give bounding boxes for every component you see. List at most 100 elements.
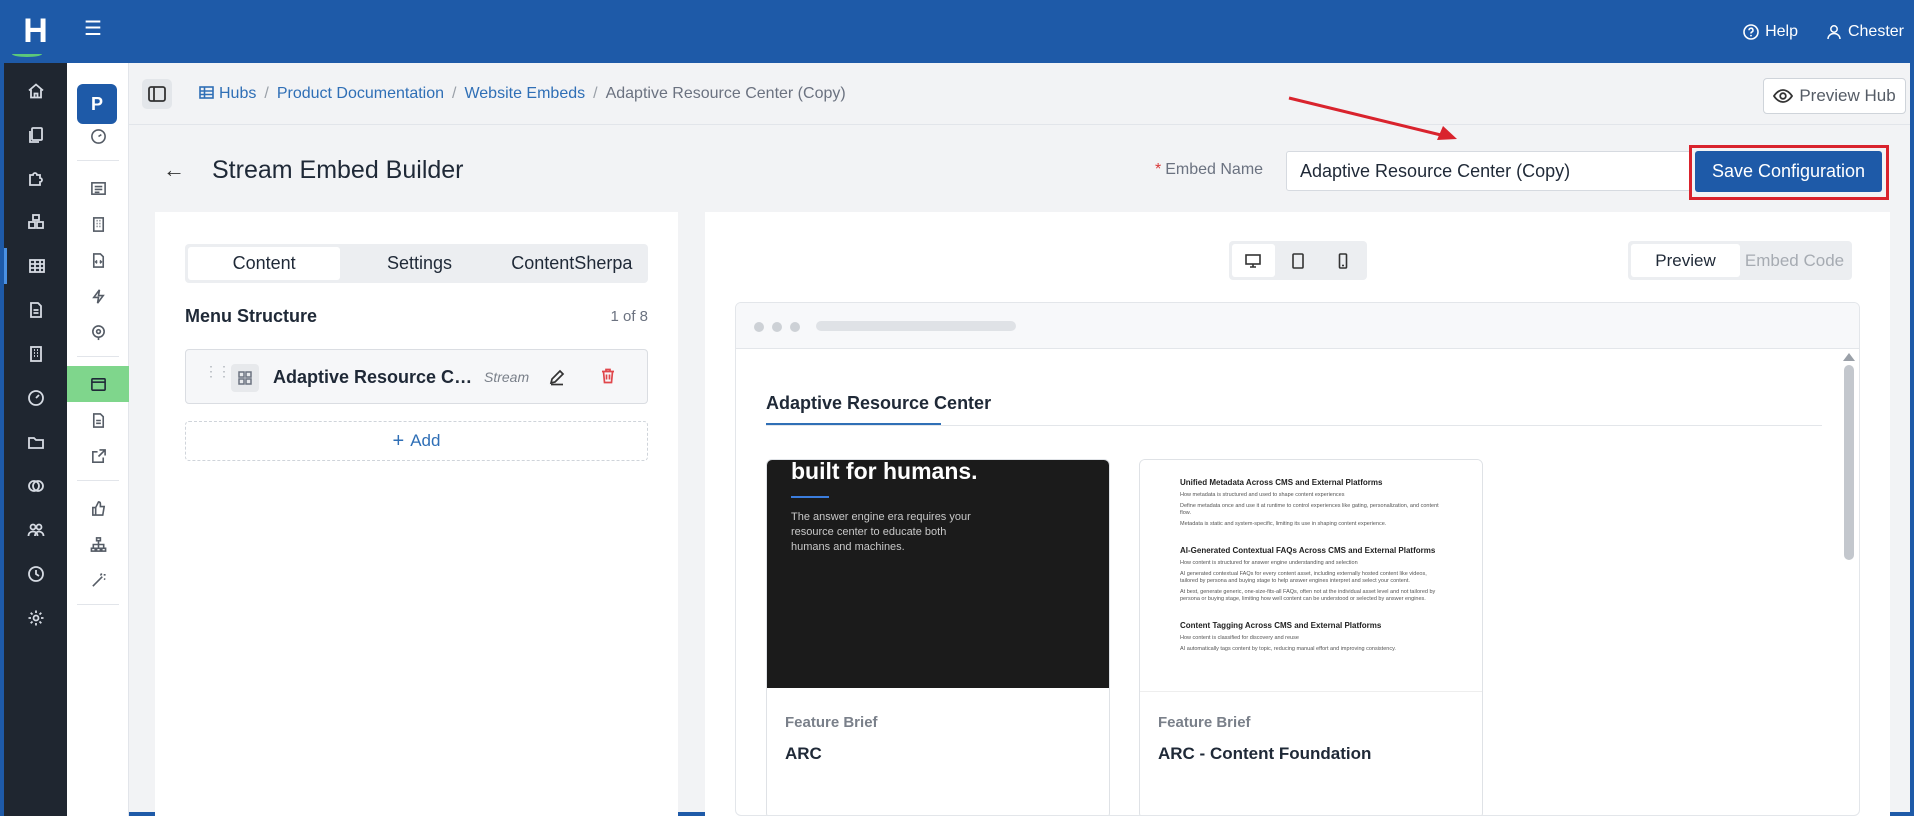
doc-line: How content is classified for discovery …	[1180, 635, 1299, 641]
nav2-building[interactable]	[67, 206, 129, 242]
resource-center-tab[interactable]: Adaptive Resource Center	[766, 393, 991, 414]
nav-integrations[interactable]	[4, 160, 67, 196]
resource-card[interactable]: Unified Metadata Across CMS and External…	[1139, 459, 1483, 815]
add-menu-item-button[interactable]: + Add	[185, 421, 648, 461]
divider	[77, 480, 119, 481]
nav-blocks[interactable]	[4, 204, 67, 240]
cubes-icon	[27, 214, 44, 229]
edit-icon[interactable]	[548, 368, 566, 386]
menu-item[interactable]: ⋮⋮ Adaptive Resource Center Stream	[185, 349, 648, 404]
nav2-list[interactable]	[67, 170, 129, 206]
tab-settings[interactable]: Settings	[343, 244, 495, 283]
top-right-menu: Help Chester	[1743, 0, 1904, 63]
stream-grid-icon	[231, 364, 259, 392]
plus-icon: +	[392, 429, 405, 452]
browser-chrome	[736, 303, 1859, 349]
file-icon	[29, 302, 42, 318]
desktop-view-button[interactable]	[1232, 244, 1275, 277]
list-icon	[90, 181, 106, 195]
nav2-sitemap[interactable]	[67, 526, 129, 562]
nav2-palette[interactable]	[67, 314, 129, 350]
scroll-up-arrow[interactable]	[1843, 353, 1855, 361]
nav2-magic[interactable]	[67, 562, 129, 598]
mobile-icon	[1338, 252, 1347, 269]
card-category: Feature Brief	[785, 714, 878, 731]
help-link[interactable]: Help	[1743, 23, 1798, 41]
breadcrumb: Hubs / Product Documentation / Website E…	[199, 63, 846, 125]
nav2-document[interactable]	[67, 402, 129, 438]
breadcrumb-hubs[interactable]: Hubs	[199, 85, 256, 103]
nav-analytics[interactable]	[4, 380, 67, 416]
url-bar	[816, 321, 1016, 331]
preview-browser-frame: Adaptive Resource Center built for human…	[735, 302, 1860, 816]
nav-insights[interactable]	[4, 556, 67, 592]
window-dot	[754, 322, 764, 332]
nav-pages[interactable]	[4, 292, 67, 328]
breadcrumb-product-documentation[interactable]: Product Documentation	[277, 85, 444, 103]
window-dot	[772, 322, 782, 332]
nav2-dashboard[interactable]	[67, 118, 129, 154]
nav2-code-file[interactable]	[67, 242, 129, 278]
doc-spacer	[1180, 532, 1442, 544]
tab-contentsherpa[interactable]: ContentSherpa	[496, 244, 648, 283]
browser-window-icon	[90, 377, 106, 391]
divider	[77, 160, 119, 161]
desktop-icon	[1245, 253, 1262, 268]
drag-handle-icon[interactable]: ⋮⋮	[204, 364, 231, 378]
logo-swoosh	[12, 51, 42, 57]
breadcrumb-website-embeds[interactable]: Website Embeds	[464, 85, 585, 103]
tab-preview[interactable]: Preview	[1631, 244, 1740, 277]
scroll-thumb[interactable]	[1844, 365, 1854, 560]
doc-line: How content is structured for answer eng…	[1180, 560, 1358, 566]
circles-icon	[27, 480, 44, 492]
divider	[77, 604, 119, 605]
preview-scrollbar[interactable]	[1843, 353, 1855, 813]
nav-documents[interactable]	[4, 117, 67, 153]
gear-icon	[28, 610, 43, 626]
embed-name-field[interactable]	[1286, 151, 1691, 191]
doc-line: How metadata is structured and used to s…	[1180, 492, 1345, 498]
nav-settings[interactable]	[4, 600, 67, 636]
trash-icon[interactable]	[599, 367, 617, 385]
tab-divider	[766, 425, 1822, 426]
nav-organizations[interactable]	[4, 336, 67, 372]
embed-name-label: * Embed Name	[1155, 161, 1264, 178]
doc-line: AI automatically tags content by topic, …	[1180, 646, 1396, 652]
nav2-embeds[interactable]	[67, 366, 129, 402]
folder-icon	[27, 437, 44, 449]
nav2-share[interactable]	[67, 438, 129, 474]
nav-home[interactable]	[4, 73, 67, 109]
nav-users[interactable]	[4, 512, 67, 548]
nav2-feedback[interactable]	[67, 490, 129, 526]
required-asterisk: *	[1155, 161, 1162, 178]
menu-item-type: Stream	[484, 369, 530, 385]
menu-item-label: Adaptive Resource Center	[273, 367, 473, 387]
tab-content[interactable]: Content	[188, 247, 341, 280]
menu-toggle-icon[interactable]: ☰	[82, 18, 104, 40]
sidebar-panel-icon	[148, 86, 166, 102]
save-configuration-button[interactable]: Save Configuration	[1695, 151, 1882, 192]
tab-embed-code[interactable]: Embed Code	[1740, 244, 1849, 277]
sidebar-toggle-button[interactable]	[142, 79, 172, 109]
back-arrow-icon[interactable]: ←	[163, 158, 187, 182]
preview-hub-label: Preview Hub	[1799, 86, 1896, 105]
thumbnail-text: The answer engine era requires your reso…	[791, 511, 971, 553]
app-logo[interactable]: H	[4, 0, 67, 63]
card-thumbnail: built for humans. The answer engine era …	[767, 460, 1109, 688]
device-switcher	[1229, 241, 1367, 280]
card-category: Feature Brief	[1158, 714, 1251, 731]
preview-hub-button[interactable]: Preview Hub	[1763, 78, 1906, 114]
nav-folders[interactable]	[4, 424, 67, 460]
table-icon	[199, 86, 214, 99]
gauge-icon	[27, 390, 44, 406]
nav2-automation[interactable]	[67, 278, 129, 314]
nav-hubs[interactable]	[4, 248, 67, 284]
nav-segments[interactable]	[4, 468, 67, 504]
resource-card[interactable]: built for humans. The answer engine era …	[766, 459, 1110, 815]
tablet-view-button[interactable]	[1277, 244, 1320, 277]
mobile-view-button[interactable]	[1321, 244, 1364, 277]
puzzle-icon	[28, 172, 43, 186]
user-menu[interactable]: Chester	[1826, 23, 1904, 41]
magic-wand-icon	[91, 572, 106, 587]
doc-heading: Unified Metadata Across CMS and External…	[1180, 478, 1383, 487]
